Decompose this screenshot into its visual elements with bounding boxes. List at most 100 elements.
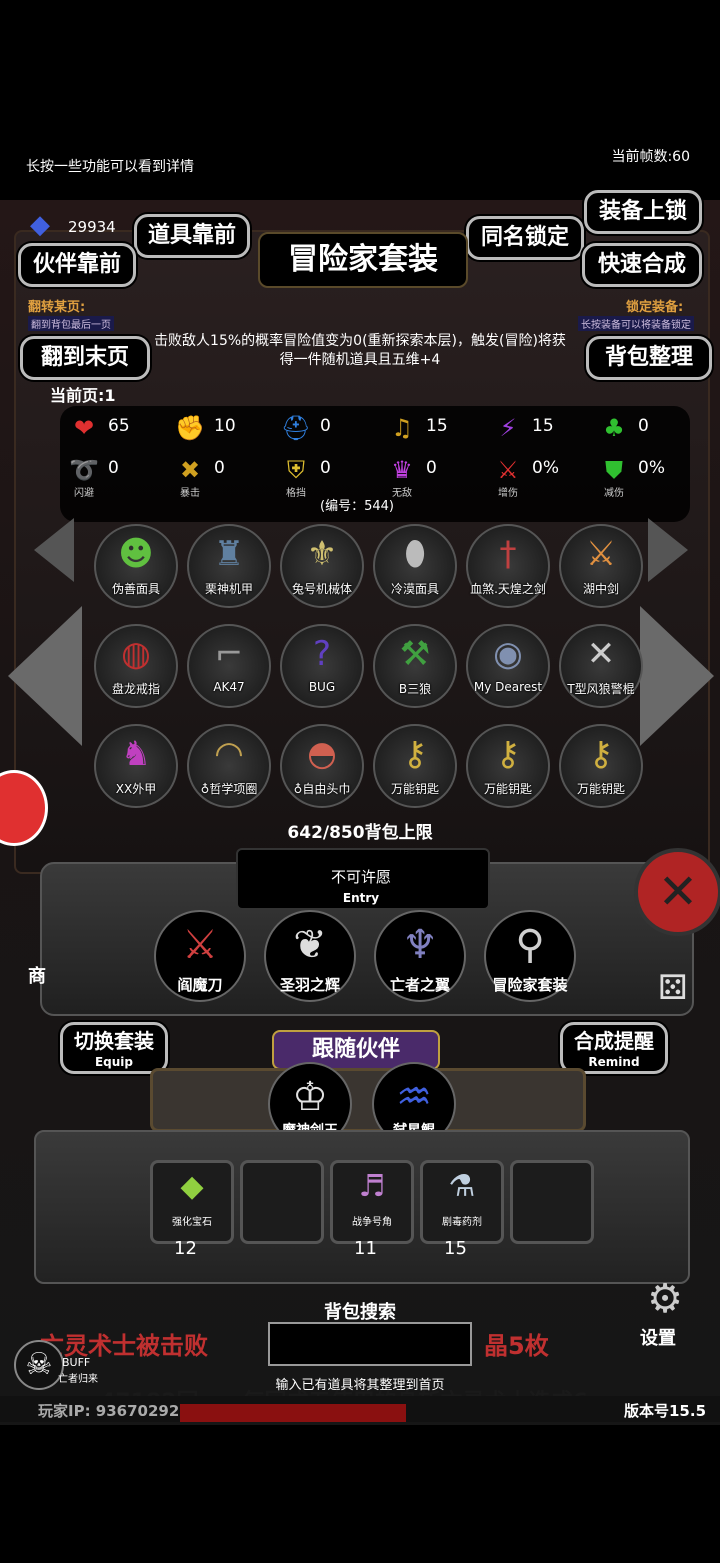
bag-sort-button[interactable]: 背包整理 — [586, 336, 712, 380]
stat: ⛨ 0 格挡 — [280, 454, 380, 499]
close-button[interactable]: ✕ — [634, 848, 720, 936]
equip-lock-button[interactable]: 装备上锁 — [584, 190, 702, 234]
quick-slot[interactable]: ⚗ 剧毒药剂 — [420, 1160, 504, 1244]
stat-sub: 闪避 — [74, 488, 94, 499]
stat-value: 65 — [108, 416, 130, 436]
inventory-item[interactable]: ⚔ 湖中剑 — [559, 524, 643, 608]
prev-page-arrow[interactable] — [8, 606, 82, 746]
settings-label[interactable]: 设置 — [640, 1324, 676, 1350]
item-icon: ♞ — [120, 734, 152, 774]
quick-slot[interactable]: ◆ 强化宝石 — [150, 1160, 234, 1244]
equipped-item[interactable]: ❦ 圣羽之辉 — [264, 910, 356, 1002]
search-input[interactable] — [268, 1322, 472, 1366]
inventory-item[interactable]: ? BUG — [280, 624, 364, 708]
stat: ⚔ 0% 增伤 — [492, 454, 592, 499]
inventory-item[interactable]: ✕ T型风狼警棍 — [559, 624, 643, 708]
slot-icon: ♬ — [358, 1169, 386, 1204]
item-name: ♁自由头巾 — [293, 782, 351, 796]
item-icon: ⌐ — [214, 634, 244, 674]
stat: ⚡ 15 — [492, 412, 592, 444]
gear-icon[interactable]: ⚙ — [640, 1276, 690, 1326]
stat-sub: 格挡 — [286, 488, 306, 499]
quick-slot[interactable] — [510, 1160, 594, 1244]
slot-name: 战争号角 — [352, 1217, 392, 1228]
stat: ✖ 0 暴击 — [174, 454, 274, 499]
item-icon: ◓ — [307, 734, 337, 774]
item-name: 栗神机甲 — [204, 582, 253, 596]
inventory-item[interactable]: † 血煞.天煌之剑 — [466, 524, 550, 608]
flip-hint: 翻到背包最后一页 — [28, 316, 114, 331]
inventory-item[interactable]: ⌐ AK47 — [187, 624, 271, 708]
stat: ⛊ 0% 减伤 — [598, 454, 698, 499]
quick-slot[interactable] — [240, 1160, 324, 1244]
craft-remind-button[interactable]: 合成提醒 Remind — [560, 1022, 668, 1074]
stat: ❤ 65 — [68, 412, 168, 444]
stat-value: 0 — [320, 416, 331, 436]
items-front-button[interactable]: 道具靠前 — [134, 214, 250, 258]
item-name: 兔号机械体 — [291, 582, 352, 596]
invincible-icon: ♛ — [391, 456, 413, 484]
inventory-item[interactable]: ⚷ 万能钥匙 — [466, 724, 550, 808]
buff-label: BUFF — [62, 1356, 91, 1369]
stat-value: 0 — [214, 458, 225, 478]
to-last-page-button[interactable]: 翻到末页 — [20, 336, 150, 380]
prev-small-arrow[interactable] — [34, 518, 74, 582]
equipped-item[interactable]: ♆ 亡者之翼 — [374, 910, 466, 1002]
next-page-arrow[interactable] — [640, 606, 714, 746]
item-name: 湖中剑 — [582, 582, 619, 596]
item-icon: ⚔ — [585, 534, 617, 574]
equipped-item[interactable]: ⚲ 冒险家套装 — [484, 910, 576, 1002]
item-name: XX外甲 — [115, 782, 157, 796]
skull-icon[interactable]: ☠ — [14, 1340, 64, 1390]
ticker-right: 晶5枚 — [484, 1332, 549, 1360]
dice-icon[interactable]: ⚄ — [658, 968, 698, 1012]
slot-icon: ◆ — [180, 1169, 204, 1204]
item-name: 伪善面具 — [111, 582, 160, 596]
quick-slot[interactable]: ♬ 战争号角 — [330, 1160, 414, 1244]
same-name-lock-button[interactable]: 同名锁定 — [466, 216, 584, 260]
item-icon: ⚷ — [402, 734, 428, 774]
switch-set-label: 切换套装 — [74, 1029, 154, 1053]
partner-front-button[interactable]: 伙伴靠前 — [18, 243, 136, 287]
stat-sub: 增伤 — [498, 488, 518, 499]
inventory-item[interactable]: ⬮ 冷漠面具 — [373, 524, 457, 608]
shop-label[interactable]: 商 — [28, 962, 46, 988]
next-small-arrow[interactable] — [648, 518, 688, 582]
inventory-item[interactable]: ⚒ B三狼 — [373, 624, 457, 708]
bag-limit: 642/850背包上限 — [287, 823, 433, 843]
inventory-item[interactable]: ♞ XX外甲 — [94, 724, 178, 808]
equipped-item[interactable]: ⚔ 阎魔刀 — [154, 910, 246, 1002]
slot-count: 15 — [444, 1238, 467, 1259]
set-description: 击败敌人15%的概率冒险值变为0(重新探索本层)，触发(冒险)将获得一件随机道具… — [154, 333, 566, 368]
item-icon: ? — [312, 634, 332, 674]
damage-down-icon: ⛊ — [605, 456, 623, 484]
quick-craft-button[interactable]: 快速合成 — [582, 243, 702, 287]
stat-value: 0 — [320, 458, 331, 478]
inventory-item[interactable]: ⚜ 兔号机械体 — [280, 524, 364, 608]
slot-icon: ⚗ — [448, 1169, 476, 1204]
item-icon: ⚷ — [495, 734, 521, 774]
set-title: 冒险家套装 — [258, 232, 468, 288]
lyre-icon: ♫ — [391, 414, 413, 442]
item-icon: ⚷ — [588, 734, 614, 774]
stat: ♛ 0 无敌 — [386, 454, 486, 499]
inventory-item[interactable]: ⚷ 万能钥匙 — [559, 724, 643, 808]
inventory-item[interactable]: ◉ My Dearest — [466, 624, 550, 708]
item-name: T型风狼警棍 — [567, 682, 635, 696]
inventory-item[interactable]: ♜ 栗神机甲 — [187, 524, 271, 608]
item-code: (编号：544) — [320, 499, 394, 514]
inventory-item[interactable]: ☻ 伪善面具 — [94, 524, 178, 608]
inventory-item[interactable]: ◠ ♁哲学项圈 — [187, 724, 271, 808]
inventory-item[interactable]: ⚷ 万能钥匙 — [373, 724, 457, 808]
inventory-item[interactable]: ◓ ♁自由头巾 — [280, 724, 364, 808]
lightning-icon: ⚡ — [499, 414, 517, 442]
inventory-item[interactable]: ◍ 盘龙戒指 — [94, 624, 178, 708]
item-icon: ◍ — [121, 634, 151, 674]
item-icon: ◠ — [214, 734, 244, 774]
item-name: 万能钥匙 — [390, 782, 439, 796]
switch-set-button[interactable]: 切换套装 Equip — [60, 1022, 168, 1074]
stat: ➰ 0 闪避 — [68, 454, 168, 499]
item-name: My Dearest — [473, 680, 543, 694]
damage-up-icon: ⚔ — [497, 456, 519, 484]
stat-value: 0 — [426, 458, 437, 478]
